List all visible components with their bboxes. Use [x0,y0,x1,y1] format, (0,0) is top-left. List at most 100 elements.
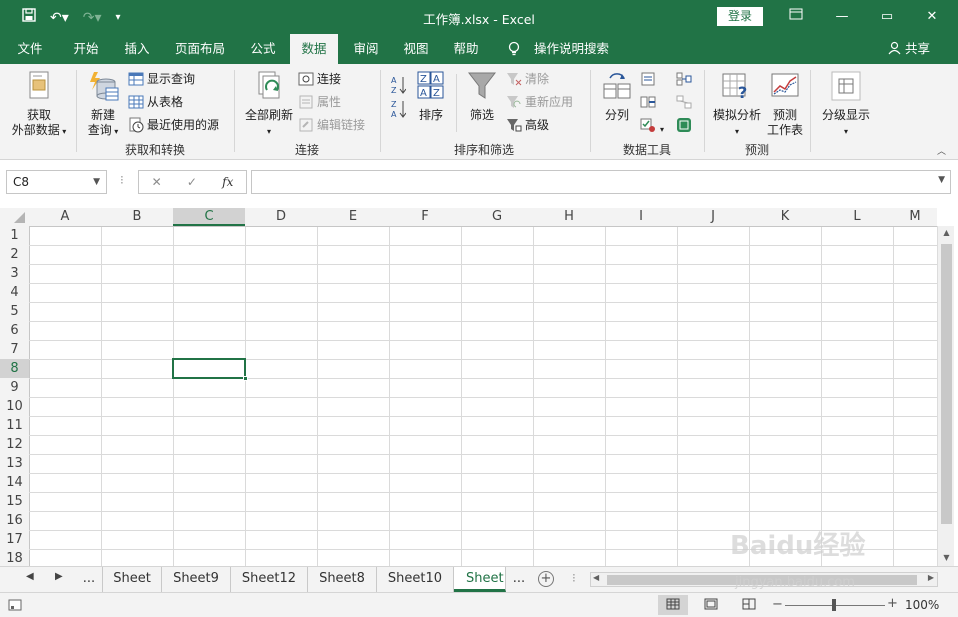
select-all-corner[interactable] [0,208,29,226]
row-header-14[interactable]: 14 [0,473,29,492]
column-header-k[interactable]: K [749,208,821,226]
prev-sheet-icon[interactable]: ◀ [26,571,34,582]
row-header-18[interactable]: 18 [0,549,29,566]
vertical-scrollbar[interactable]: ▲ ▼ [937,226,954,566]
show-queries-button[interactable]: 显示查询 [128,71,195,87]
zoom-level[interactable]: 100% [905,598,939,612]
relationships-icon[interactable] [676,94,692,110]
column-header-d[interactable]: D [245,208,317,226]
consolidate-icon[interactable] [676,71,692,87]
column-header-c[interactable]: C [173,208,245,226]
minimize-button[interactable]: — [832,7,852,27]
zoom-in-button[interactable]: + [887,596,898,611]
filter-button[interactable]: 筛选 [462,70,502,123]
forecast-sheet-button[interactable]: 预测 工作表 [766,70,804,138]
new-query-button[interactable]: 新建 查询 ▾ [80,70,126,139]
sheet-tab[interactable]: Sheet10 [377,567,454,592]
row-header-12[interactable]: 12 [0,435,29,454]
close-button[interactable]: ✕ [922,7,942,27]
row-header-2[interactable]: 2 [0,245,29,264]
row-header-11[interactable]: 11 [0,416,29,435]
data-model-icon[interactable] [676,117,692,133]
scroll-right-icon[interactable]: ▶ [928,573,934,582]
share-button[interactable]: 共享 [888,34,930,64]
name-box[interactable]: C8 ▼ [6,170,107,194]
sheet-tab[interactable]: Sheet8 [308,567,377,592]
row-header-6[interactable]: 6 [0,321,29,340]
chevron-down-icon[interactable]: ▼ [93,171,100,193]
column-header-a[interactable]: A [29,208,101,226]
sheet-tab-active[interactable]: Sheet1 [454,567,506,592]
column-header-l[interactable]: L [821,208,893,226]
row-header-10[interactable]: 10 [0,397,29,416]
data-validation-dropdown-icon[interactable]: ▾ [660,122,664,138]
sheet-tab-overflow-left[interactable]: ... [76,567,102,592]
column-header-g[interactable]: G [461,208,533,226]
expand-formula-bar-icon[interactable]: ▼ [938,175,945,185]
row-header-4[interactable]: 4 [0,283,29,302]
tab-view[interactable]: 视图 [393,34,439,64]
sheet-tab[interactable]: Sheet9 [162,567,231,592]
tab-help[interactable]: 帮助 [443,34,489,64]
scroll-left-icon[interactable]: ◀ [593,573,599,582]
column-header-e[interactable]: E [317,208,389,226]
collapse-ribbon-icon[interactable]: ︿ [937,144,946,157]
from-table-button[interactable]: 从表格 [128,94,183,110]
tab-data[interactable]: 数据 [290,34,338,64]
refresh-all-button[interactable]: 全部刷新 ▾ [240,70,298,139]
row-header-3[interactable]: 3 [0,264,29,283]
page-layout-view-button[interactable] [696,595,726,615]
tell-me-search[interactable]: 操作说明搜索 [508,34,609,64]
tab-review[interactable]: 审阅 [343,34,389,64]
scroll-up-icon[interactable]: ▲ [938,228,955,237]
text-to-columns-button[interactable]: 分列 [598,70,636,123]
vertical-scroll-thumb[interactable] [941,244,952,524]
active-cell[interactable] [172,358,248,381]
outline-button[interactable]: 分级显示 ▾ [816,70,876,139]
row-header-9[interactable]: 9 [0,378,29,397]
column-header-i[interactable]: I [605,208,677,226]
reapply-button[interactable]: 重新应用 [506,94,573,110]
fill-handle[interactable] [243,376,248,381]
get-external-data-button[interactable]: 获取 外部数据 ▾ [8,70,70,139]
tab-insert[interactable]: 插入 [114,34,160,64]
tab-file[interactable]: 文件 [8,34,52,64]
page-break-preview-button[interactable] [734,595,764,615]
recent-sources-button[interactable]: 最近使用的源 [128,117,219,133]
row-header-5[interactable]: 5 [0,302,29,321]
row-header-16[interactable]: 16 [0,511,29,530]
column-header-m[interactable]: M [893,208,937,226]
advanced-filter-button[interactable]: 高级 [506,117,549,133]
row-header-8[interactable]: 8 [0,359,29,378]
column-header-b[interactable]: B [101,208,173,226]
next-sheet-icon[interactable]: ▶ [55,571,63,582]
tab-home[interactable]: 开始 [62,34,110,64]
row-header-1[interactable]: 1 [0,226,29,245]
column-header-j[interactable]: J [677,208,749,226]
clear-filter-button[interactable]: 清除 [506,71,549,87]
what-if-analysis-button[interactable]: ? 模拟分析 ▾ [710,70,764,139]
properties-button[interactable]: 属性 [298,94,341,110]
flash-fill-icon[interactable] [640,71,656,87]
sheet-tab[interactable]: Sheet12 [231,567,308,592]
remove-duplicates-icon[interactable] [640,94,656,110]
tab-page-layout[interactable]: 页面布局 [168,34,232,64]
row-header-13[interactable]: 13 [0,454,29,473]
tab-formulas[interactable]: 公式 [240,34,286,64]
worksheet-grid[interactable]: ABCDEFGHIJKLM 1 2 3 4 5 6 7 8 9 10 11 12 13 14 15 16 17 1… [0,208,958,566]
macro-record-icon[interactable] [8,599,22,614]
row-header-17[interactable]: 17 [0,530,29,549]
cancel-entry-icon[interactable]: ✕ [152,175,162,189]
formula-input[interactable]: ▼ [251,170,951,194]
sort-ascending-icon[interactable]: AZ [390,74,407,95]
sheet-tab-overflow-right[interactable]: ... [506,567,532,592]
column-header-h[interactable]: H [533,208,605,226]
login-button[interactable]: 登录 [717,7,763,26]
confirm-entry-icon[interactable]: ✓ [187,175,197,189]
zoom-out-button[interactable]: − [772,597,783,612]
column-header-f[interactable]: F [389,208,461,226]
normal-view-button[interactable] [658,595,688,615]
sort-descending-icon[interactable]: ZA [390,98,407,119]
row-header-7[interactable]: 7 [0,340,29,359]
edit-links-button[interactable]: 编辑链接 [298,117,365,133]
